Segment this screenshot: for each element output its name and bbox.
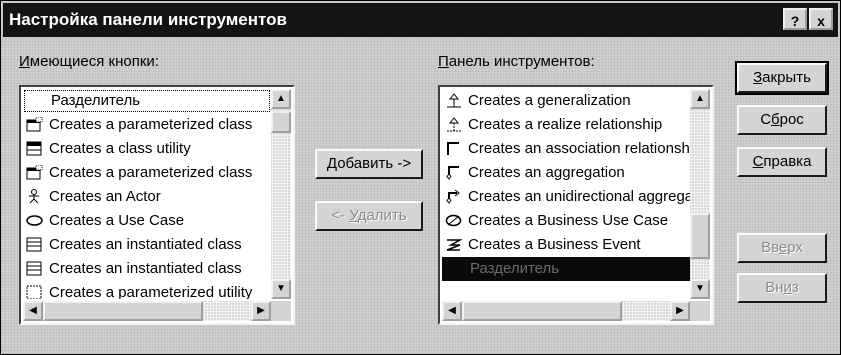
- list-item[interactable]: Creates an Actor: [23, 185, 271, 209]
- reset-button[interactable]: Сброс: [737, 105, 827, 135]
- available-buttons-list[interactable]: Разделитель Creates a parameterized clas…: [19, 85, 295, 325]
- list-item[interactable]: Creates an association relationship: [442, 137, 690, 161]
- list-item[interactable]: Creates a class utility: [23, 137, 271, 161]
- help-button[interactable]: Справка: [737, 147, 827, 177]
- scroll-corner: [690, 301, 710, 321]
- list-item[interactable]: Creates a parameterized class: [23, 161, 271, 185]
- toolbar-buttons-list[interactable]: Creates a generalization Creates a reali…: [438, 85, 714, 325]
- title-bar: Настройка панели инструментов ? x: [3, 3, 838, 37]
- scroll-left-arrow-icon[interactable]: ◀: [442, 301, 462, 321]
- scroll-right-arrow-icon[interactable]: ▶: [670, 301, 690, 321]
- scroll-down-arrow-icon[interactable]: ▼: [690, 279, 710, 299]
- available-vertical-scrollbar[interactable]: ▲ ▼: [271, 89, 291, 299]
- list-item[interactable]: Creates a parameterized class: [23, 113, 271, 137]
- scroll-corner: [271, 301, 291, 321]
- list-item[interactable]: Creates a Business Use Case: [442, 209, 690, 233]
- instantiated-class-icon: [26, 261, 43, 276]
- scroll-thumb[interactable]: [462, 301, 622, 321]
- close-button[interactable]: Закрыть: [735, 61, 829, 95]
- scroll-up-arrow-icon[interactable]: ▲: [271, 89, 291, 109]
- list-item[interactable]: Creates a Use Case: [23, 209, 271, 233]
- list-item[interactable]: Creates an instantiated class: [23, 257, 271, 281]
- close-title-button[interactable]: x: [809, 8, 833, 30]
- toolbar-customize-dialog: Настройка панели инструментов ? x Имеющи…: [0, 0, 841, 355]
- toolbar-buttons-label: Панель инструментов:: [438, 53, 595, 70]
- toolbar-vertical-scrollbar[interactable]: ▲ ▼: [690, 89, 710, 299]
- list-item-selected[interactable]: Разделитель: [442, 257, 690, 281]
- scroll-thumb[interactable]: [271, 111, 291, 133]
- scroll-up-arrow-icon[interactable]: ▲: [690, 89, 710, 109]
- parameterized-class-icon: [26, 116, 43, 132]
- scroll-thumb[interactable]: [690, 213, 710, 259]
- scroll-left-arrow-icon[interactable]: ◀: [23, 301, 43, 321]
- window-title: Настройка панели инструментов: [9, 10, 287, 29]
- list-item[interactable]: Creates a parameterized utility: [23, 281, 271, 299]
- list-item[interactable]: Creates an aggregation: [442, 161, 690, 185]
- unidirectional-aggregation-icon: [445, 189, 462, 204]
- class-utility-icon: [26, 141, 43, 156]
- list-item[interactable]: Creates an unidirectional aggregation: [442, 185, 690, 209]
- add-button[interactable]: Добавить ->: [315, 149, 423, 179]
- list-item[interactable]: Creates an instantiated class: [23, 233, 271, 257]
- scroll-right-arrow-icon[interactable]: ▶: [251, 301, 271, 321]
- list-item[interactable]: Creates a Business Event: [442, 233, 690, 257]
- list-item[interactable]: Разделитель: [23, 89, 271, 113]
- list-item[interactable]: Creates a generalization: [442, 89, 690, 113]
- use-case-icon: [26, 213, 43, 228]
- business-use-case-icon: [445, 213, 462, 228]
- list-item[interactable]: Creates a realize relationship: [442, 113, 690, 137]
- business-event-icon: [445, 237, 463, 252]
- scroll-down-arrow-icon[interactable]: ▼: [271, 279, 291, 299]
- actor-icon: [26, 189, 43, 204]
- scroll-thumb[interactable]: [43, 301, 203, 321]
- aggregation-icon: [445, 165, 462, 180]
- available-horizontal-scrollbar[interactable]: ◀ ▶: [23, 301, 271, 321]
- move-up-button[interactable]: Вверх: [737, 233, 827, 263]
- generalization-icon: [445, 93, 462, 108]
- help-title-button[interactable]: ?: [783, 8, 807, 30]
- realize-icon: [445, 117, 462, 132]
- available-buttons-label: Имеющиеся кнопки:: [19, 53, 159, 70]
- toolbar-horizontal-scrollbar[interactable]: ◀ ▶: [442, 301, 690, 321]
- utility-icon: [26, 285, 43, 299]
- remove-button[interactable]: <- Удалить: [315, 201, 423, 231]
- parameterized-class-icon: [26, 164, 43, 180]
- move-down-button[interactable]: Вниз: [737, 273, 827, 303]
- instantiated-class-icon: [26, 237, 43, 252]
- association-icon: [445, 141, 462, 156]
